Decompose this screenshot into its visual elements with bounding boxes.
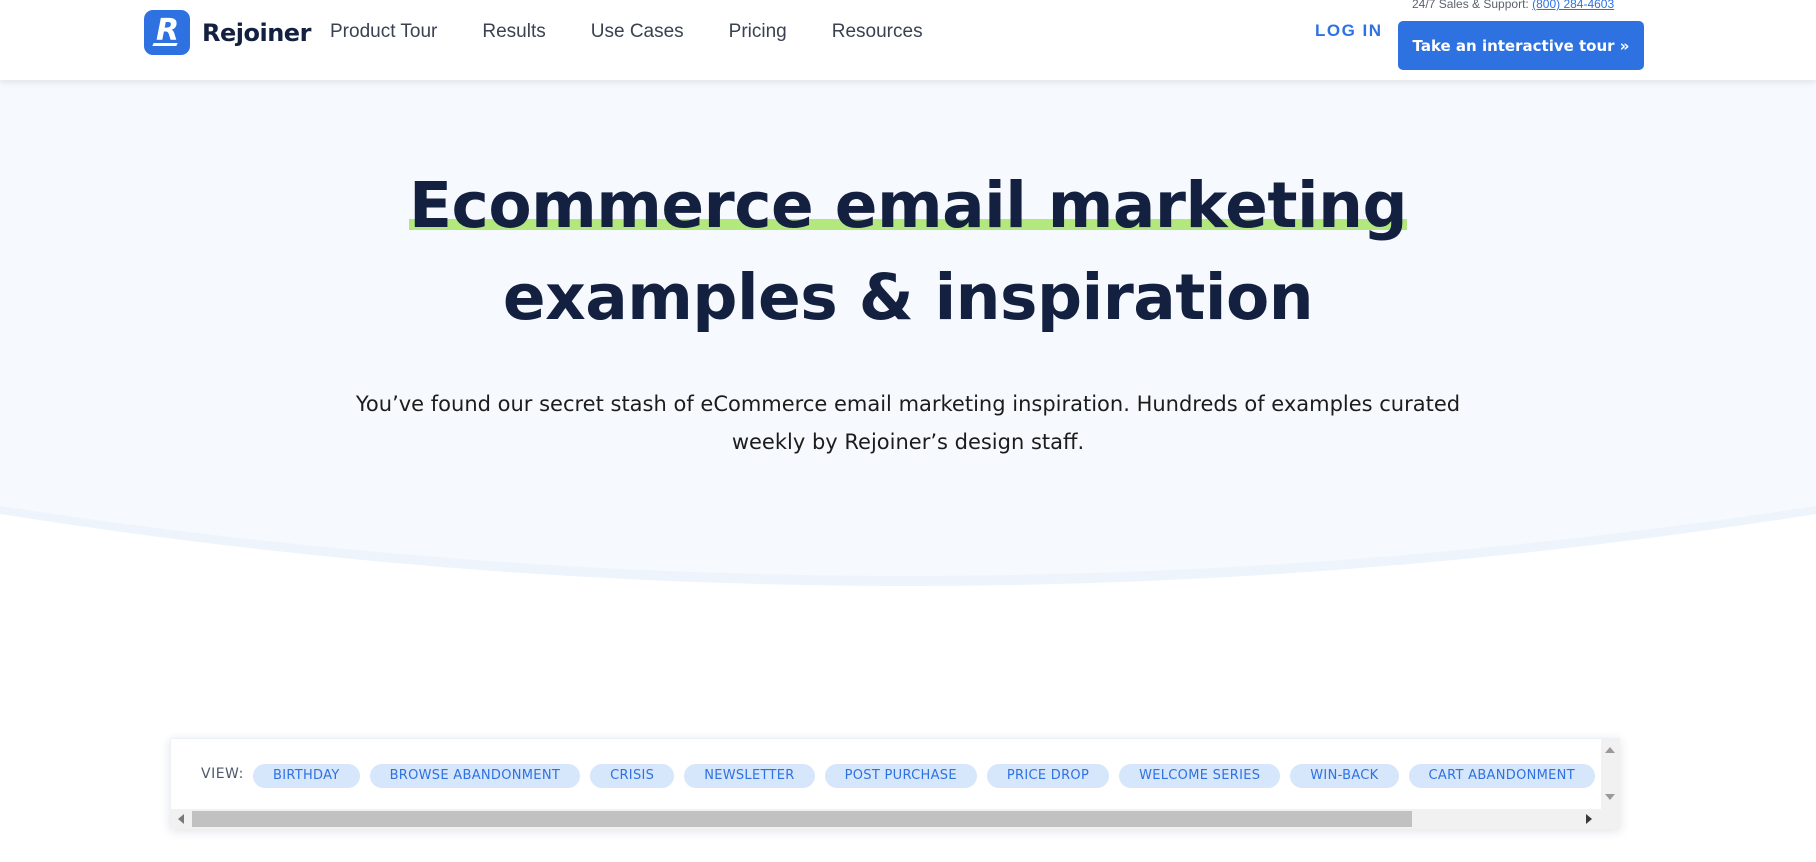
interactive-tour-button[interactable]: Take an interactive tour »: [1398, 21, 1644, 70]
brand-name: Rejoiner: [202, 18, 311, 47]
support-phone-link[interactable]: (800) 284-4603: [1532, 0, 1614, 11]
scroll-right-arrow-icon[interactable]: [1586, 814, 1592, 824]
page-subtitle: You’ve found our secret stash of eCommer…: [355, 392, 1461, 454]
support-label: 24/7 Sales & Support:: [1412, 0, 1529, 11]
view-label: VIEW:: [201, 766, 244, 782]
site-header: R Rejoiner Product Tour Results Use Case…: [0, 0, 1816, 80]
chip-welcome-series[interactable]: WELCOME SERIES: [1119, 764, 1281, 788]
logo-mark-icon: R: [144, 10, 190, 55]
chip-crisis[interactable]: CRISIS: [590, 764, 675, 788]
chip-win-back[interactable]: WIN-BACK: [1290, 764, 1399, 788]
nav-item-pricing[interactable]: Pricing: [729, 20, 787, 44]
logo-stroke: [152, 43, 178, 46]
chip-browse-abandonment[interactable]: BROWSE ABANDONMENT: [369, 764, 581, 788]
scroll-down-arrow-icon[interactable]: [1605, 794, 1615, 800]
page-title-highlight: Ecommerce email marketing: [408, 160, 1408, 252]
nav-item-resources[interactable]: Resources: [832, 20, 923, 44]
main-nav: Product Tour Results Use Cases Pricing R…: [330, 20, 968, 44]
logo-link[interactable]: R Rejoiner: [144, 10, 311, 55]
chip-newsletter[interactable]: NEWSLETTER: [684, 764, 815, 788]
category-filter-bar: VIEW: BIRTHDAY BROWSE ABANDONMENT CRISIS NE…: [170, 738, 1620, 829]
chip-post-purchase[interactable]: POST PURCHASE: [824, 764, 977, 788]
chip-price-drop[interactable]: PRICE DROP: [986, 764, 1110, 788]
horizontal-scroll-thumb[interactable]: [192, 811, 1412, 827]
category-chip-list[interactable]: BIRTHDAY BROWSE ABANDONMENT CRISIS NEWSLETT…: [253, 764, 1603, 788]
nav-item-use-cases[interactable]: Use Cases: [591, 20, 684, 44]
login-link[interactable]: LOG IN: [1315, 21, 1383, 41]
nav-item-product-tour[interactable]: Product Tour: [330, 20, 437, 44]
horizontal-scrollbar[interactable]: [171, 809, 1620, 829]
chip-birthday[interactable]: BIRTHDAY: [253, 764, 360, 788]
hero-section: Ecommerce email marketing examples & ins…: [0, 80, 1816, 620]
chip-cart-abandonment[interactable]: CART ABANDONMENT: [1408, 764, 1595, 788]
nav-item-results[interactable]: Results: [482, 20, 545, 44]
scroll-up-arrow-icon[interactable]: [1605, 747, 1615, 753]
page-title-rest: examples & inspiration: [502, 261, 1314, 334]
scroll-left-arrow-icon[interactable]: [178, 814, 184, 824]
page-title: Ecommerce email marketing examples & ins…: [0, 160, 1816, 344]
support-line: 24/7 Sales & Support: (800) 284-4603: [1412, 0, 1614, 11]
vertical-scrollbar[interactable]: [1601, 739, 1620, 809]
